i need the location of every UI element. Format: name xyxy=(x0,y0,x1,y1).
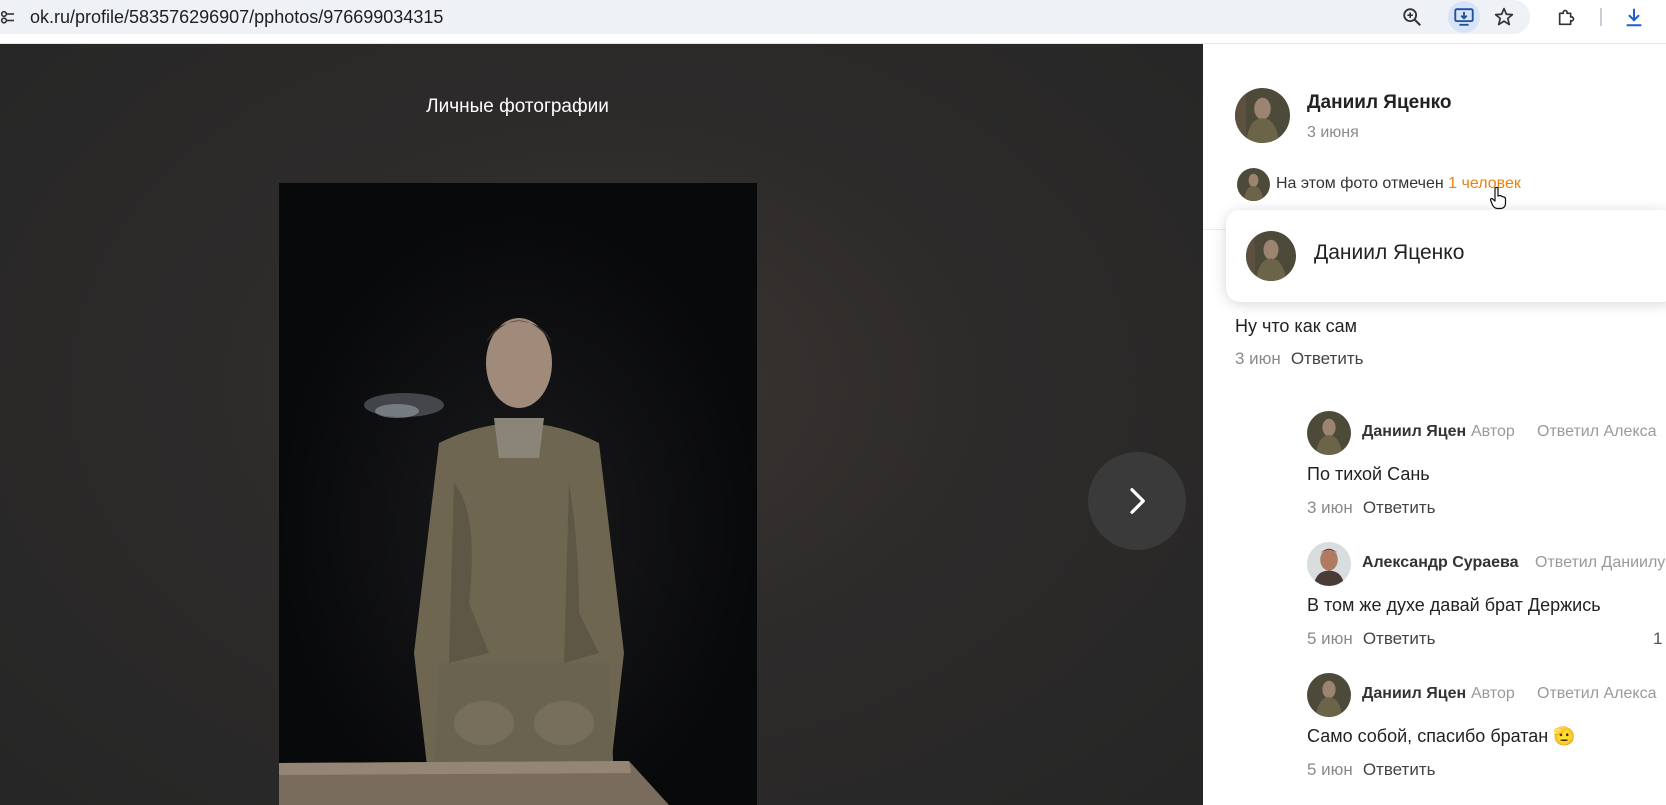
comment-avatar[interactable] xyxy=(1307,411,1351,455)
photo-image xyxy=(279,183,757,805)
tagged-person-avatar[interactable] xyxy=(1246,231,1296,281)
bookmark-star-icon[interactable] xyxy=(1492,5,1516,29)
tagged-people-line: На этом фото отмечен 1 человек xyxy=(1276,175,1521,193)
comment-text: Ну что как сам xyxy=(1235,316,1357,336)
browser-toolbar: ok.ru/profile/583576296907/pphotos/97669… xyxy=(0,0,1666,44)
hand-cursor-icon xyxy=(1489,186,1507,210)
zoom-icon[interactable] xyxy=(1400,5,1424,29)
comment-avatar[interactable] xyxy=(1307,673,1351,717)
next-photo-button[interactable] xyxy=(1088,452,1186,550)
album-title: Личные фотографии xyxy=(426,96,609,117)
photo-viewer: Личные фотографии xyxy=(0,44,1203,805)
comment-meta: 5 июн Ответить xyxy=(1307,760,1435,780)
install-app-icon[interactable] xyxy=(1452,5,1476,29)
comment-date: 5 июн xyxy=(1307,760,1353,779)
photo[interactable] xyxy=(279,183,757,805)
tagged-count-link[interactable]: 1 человек xyxy=(1448,175,1521,192)
author-badge: Автор xyxy=(1471,423,1515,440)
like-count[interactable]: 1 xyxy=(1653,629,1662,649)
comment-meta: 5 июн Ответить xyxy=(1307,629,1435,649)
tune-icon[interactable] xyxy=(0,9,16,25)
replied-to[interactable]: Ответил Даниилу xyxy=(1535,554,1665,572)
comment-meta: 3 июн Ответить xyxy=(1235,349,1363,369)
replied-to[interactable]: Ответил Алекса xyxy=(1537,423,1657,441)
comment-author[interactable]: Даниил Яцен xyxy=(1362,423,1466,441)
toolbar-separator xyxy=(1600,8,1602,26)
download-icon[interactable] xyxy=(1622,5,1646,29)
reply-button[interactable]: Ответить xyxy=(1291,349,1364,368)
comments-panel: Даниил Яценко 3 июня На этом фото отмече… xyxy=(1203,44,1666,805)
comment-author[interactable]: Александр Сураева xyxy=(1362,554,1519,572)
tagged-person-name[interactable]: Даниил Яценко xyxy=(1314,241,1464,265)
reply-button[interactable]: Ответить xyxy=(1363,760,1436,779)
comment-meta: 3 июн Ответить xyxy=(1307,498,1435,518)
comment-text: По тихой Сань xyxy=(1307,464,1430,484)
reply-button[interactable]: Ответить xyxy=(1363,498,1436,517)
reply-button[interactable]: Ответить xyxy=(1363,629,1436,648)
comment-date: 5 июн xyxy=(1307,629,1353,648)
tagged-people-popup: Даниил Яценко xyxy=(1226,210,1666,302)
url-text[interactable]: ok.ru/profile/583576296907/pphotos/97669… xyxy=(30,7,443,28)
author-badge: Автор xyxy=(1471,685,1515,702)
comment-avatar[interactable] xyxy=(1307,542,1351,586)
address-bar[interactable]: ok.ru/profile/583576296907/pphotos/97669… xyxy=(0,0,1530,34)
comment-date: 3 июн xyxy=(1235,349,1281,368)
author-name[interactable]: Даниил Яценко xyxy=(1307,92,1452,114)
post-date: 3 июня xyxy=(1307,124,1359,141)
chevron-right-icon xyxy=(1130,488,1145,514)
comment-text: В том же духе давай брат Держись xyxy=(1307,595,1601,615)
author-avatar[interactable] xyxy=(1235,88,1290,143)
tagged-avatar[interactable] xyxy=(1237,168,1270,201)
replied-to[interactable]: Ответил Алекса xyxy=(1537,685,1657,703)
tag-prefix: На этом фото отмечен xyxy=(1276,175,1444,192)
extensions-icon[interactable] xyxy=(1555,5,1579,29)
comment-author[interactable]: Даниил Яцен xyxy=(1362,685,1466,703)
comment-text: Само собой, спасибо братан 🫡 xyxy=(1307,726,1576,746)
comment-date: 3 июн xyxy=(1307,498,1353,517)
